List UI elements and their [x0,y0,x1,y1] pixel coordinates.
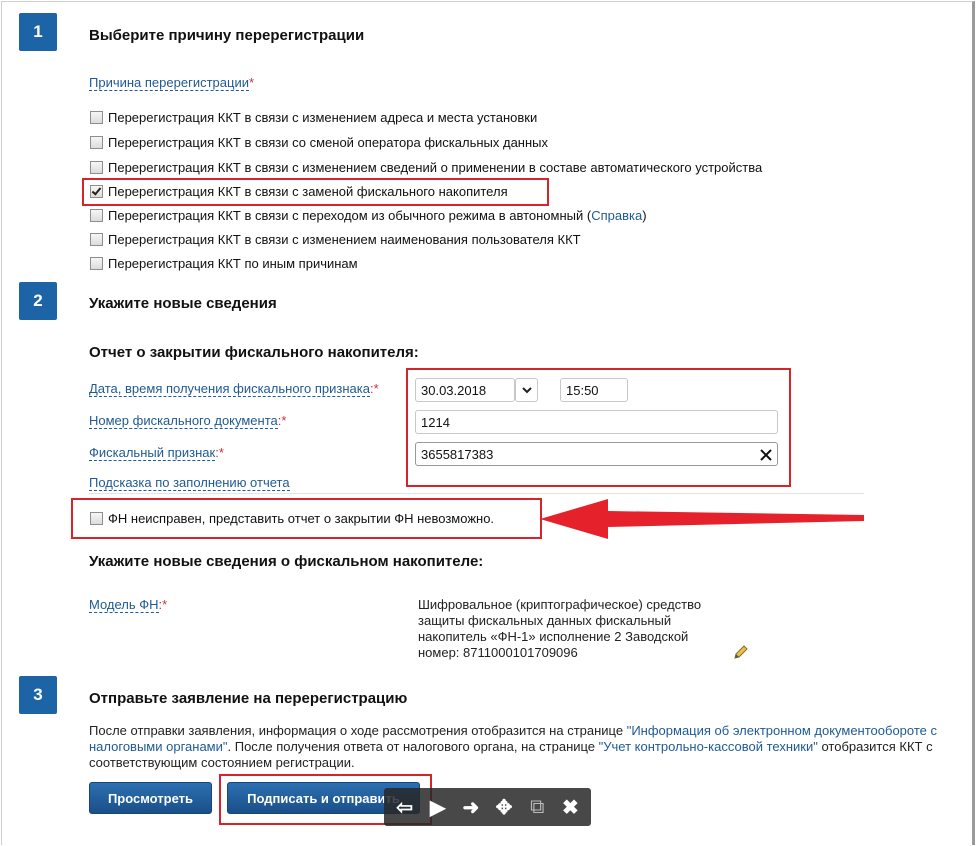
move-icon[interactable]: ✥ [491,795,517,820]
report-title: Отчет о закрытии фискального накопителя: [89,344,419,361]
reason-option-label: Перерегистрация ККТ в связи с переходом … [108,207,592,223]
step-number-3: 3 [19,676,57,714]
reason-option-row[interactable]: Перерегистрация ККТ в связи с изменением… [90,108,537,126]
kkt-accounting-link[interactable]: "Учет контрольно-кассовой техники" [599,739,818,754]
section1-title: Выберите причину перерегистрации [89,27,365,44]
step-number-1: 1 [19,13,57,51]
section2-title: Укажите новые сведения [89,295,277,312]
arrow-right-icon[interactable]: ➜ [458,795,484,820]
reason-checkbox[interactable] [90,256,103,270]
model-label-link[interactable]: Модель ФН [89,597,159,613]
reason-option-row[interactable]: Перерегистрация ККТ в связи с переходом … [90,206,647,224]
reason-option-label: Перерегистрация ККТ в связи с изменением… [108,231,581,247]
section3-title: Отправьте заявление на перерегистрацию [89,690,408,707]
reason-checkbox[interactable] [90,160,103,174]
send-info-part1: После отправки заявления, информация о х… [89,723,627,738]
red-arrow-icon [540,499,864,539]
play-icon[interactable]: ▶ [425,795,451,820]
reason-field-label: Причина перерегистрации* [89,74,254,92]
date-label: Дата, время получения фискального призна… [89,380,379,398]
highlight-box-report [406,368,791,487]
sign-label: Фискальный признак:* [89,444,224,462]
send-info-part2: . После получения ответа от налогового о… [227,739,599,754]
highlight-box-reason [82,178,549,206]
preview-button[interactable]: Просмотреть [89,782,212,814]
help-link[interactable]: Справка [591,208,642,223]
reason-checkbox[interactable] [90,110,103,124]
hint-wrap: Подсказка по заполнению отчета [89,474,290,492]
sign-required-mark: :* [215,445,224,460]
sign-label-link[interactable]: Фискальный признак [89,445,216,461]
fn-info-title: Укажите новые сведения о фискальном нако… [89,553,484,570]
pencil-icon[interactable] [733,644,749,665]
step-number-2: 2 [19,282,57,320]
reason-option-label: Перерегистрация ККТ в связи с изменением… [108,159,763,175]
date-label-link[interactable]: Дата, время получения фискального призна… [89,381,370,397]
model-value: Шифровальное (криптографическое) средств… [418,597,738,661]
reason-option-row[interactable]: Перерегистрация ККТ в связи со сменой оп… [90,133,548,151]
send-info-text: После отправки заявления, информация о х… [89,723,959,771]
overlay-toolbar: ⇦ ▶ ➜ ✥ ⧉ ✖ [384,788,591,826]
reason-label-link[interactable]: Причина перерегистрации [89,75,249,91]
model-value-line: защиты фискальных данных фискальный [418,613,672,628]
model-required-mark: :* [158,597,168,612]
divider [89,493,864,494]
reason-checkbox[interactable] [90,135,103,149]
reason-option-label: Перерегистрация ККТ в связи с изменением… [108,109,538,125]
model-value-line: накопитель «ФН-1» исполнение 2 Заводской [418,629,689,644]
reason-checkbox[interactable] [90,208,103,222]
reason-checkbox[interactable] [90,232,103,246]
reason-option-suffix: ) [642,207,647,223]
reason-option-row[interactable]: Перерегистрация ККТ по иным причинам [90,254,358,272]
doc-label-link[interactable]: Номер фискального документа [89,413,278,429]
required-mark: * [248,75,255,90]
model-value-line: Шифровальное (криптографическое) средств… [418,597,702,612]
doc-label: Номер фискального документа:* [89,412,286,430]
popout-icon[interactable]: ⧉ [524,796,550,819]
reason-option-row[interactable]: Перерегистрация ККТ в связи с изменением… [90,230,581,248]
close-icon[interactable]: ✖ [557,795,583,820]
doc-required-mark: :* [277,413,287,428]
hint-link[interactable]: Подсказка по заполнению отчета [89,475,290,491]
date-required-mark: :* [369,381,379,396]
model-label: Модель ФН:* [89,596,167,614]
reason-option-label: Перерегистрация ККТ по иным причинам [108,255,358,271]
arrow-left-icon[interactable]: ⇦ [392,795,418,820]
reason-option-label: Перерегистрация ККТ в связи со сменой оп… [108,134,549,150]
reason-option-row[interactable]: Перерегистрация ККТ в связи с изменением… [90,158,762,176]
highlight-box-fn-broken [71,498,542,539]
model-value-line: номер: 8711000101709096 [418,645,578,660]
